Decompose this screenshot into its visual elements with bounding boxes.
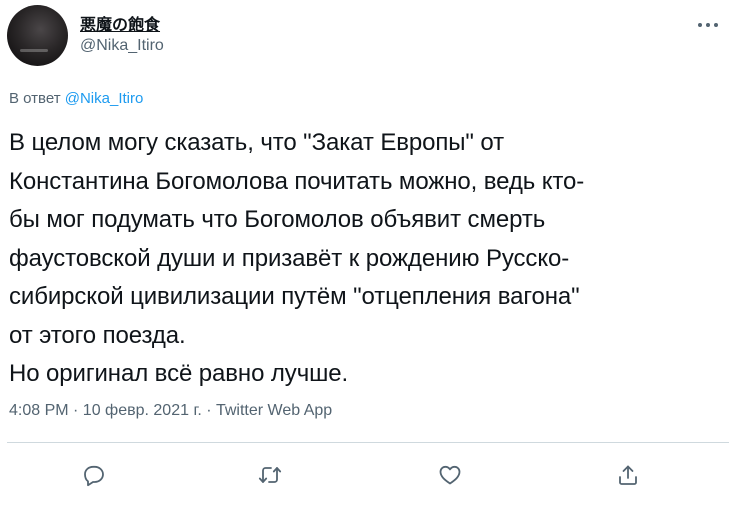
avatar[interactable] (7, 5, 68, 66)
reply-context: В ответ @Nika_Itiro (9, 90, 143, 107)
retweet-icon (258, 467, 282, 483)
reply-to-handle-link[interactable]: @Nika_Itiro (65, 90, 144, 107)
divider (7, 442, 729, 443)
more-options-button[interactable] (690, 10, 726, 40)
share-icon (619, 465, 637, 485)
reply-icon (84, 465, 104, 487)
tweet-meta: 4:08 PM · 10 февр. 2021 г. · Twitter Web… (9, 402, 333, 419)
action-bar (0, 455, 737, 495)
author-display-name[interactable]: 悪魔の飽食 (80, 11, 160, 35)
retweet-button[interactable] (250, 455, 290, 495)
reply-prefix: В ответ (9, 90, 65, 107)
more-horizontal-icon (698, 23, 718, 27)
author-handle[interactable]: @Nika_Itiro (80, 37, 164, 55)
share-button[interactable] (608, 455, 648, 495)
heart-icon (439, 465, 461, 485)
tweet-text: В целом могу сказать, что "Закат Европы"… (9, 129, 585, 387)
avatar-overlay (20, 49, 48, 52)
like-button[interactable] (430, 455, 470, 495)
reply-button[interactable] (74, 455, 114, 495)
